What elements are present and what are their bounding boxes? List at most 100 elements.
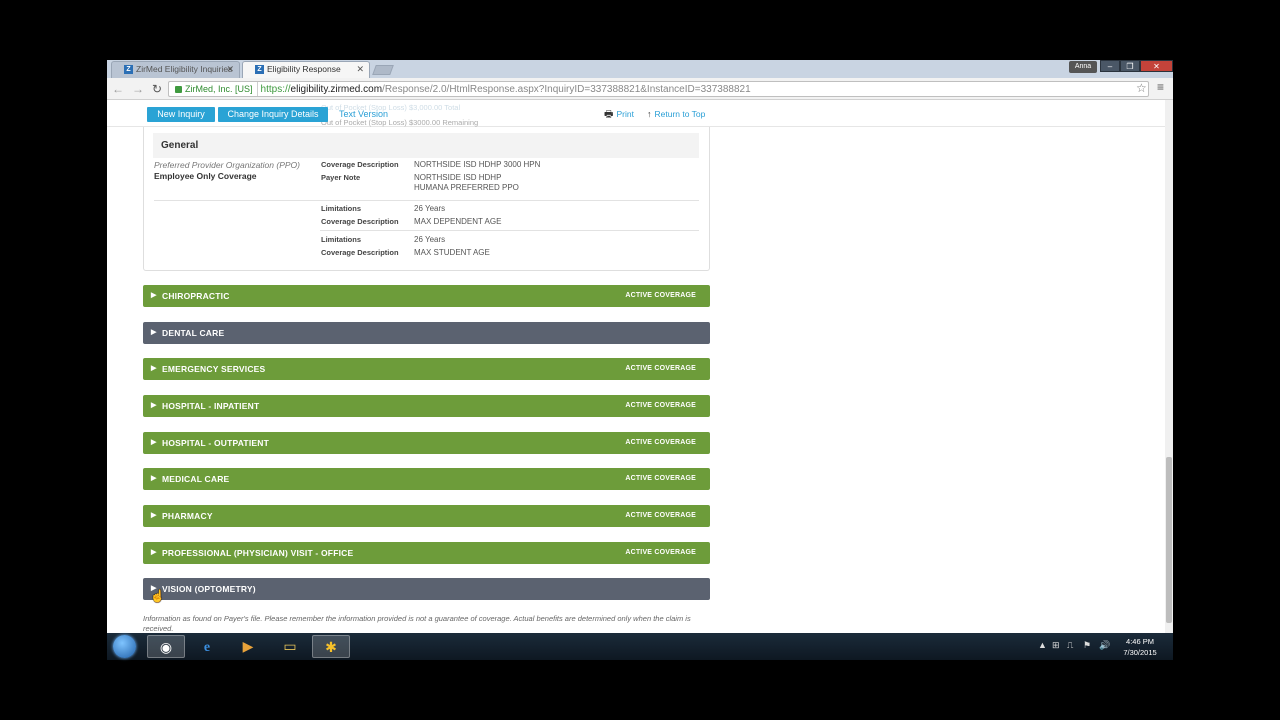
- field-label: Coverage Description: [321, 248, 399, 257]
- coverage-bar-hospital-outpatient[interactable]: ▶ HOSPITAL - OUTPATIENT ACTIVE COVERAGE: [143, 432, 710, 454]
- windows-taskbar: ◉ e ▶ ▭ ✱ ▲ ⊞ ⎍ ⚑ 🔊 4:46 PM 7/30/2015: [107, 633, 1173, 660]
- field-value: 26 Years: [414, 235, 446, 244]
- coverage-bar-professional-visit-office[interactable]: ▶ PROFESSIONAL (PHYSICIAN) VISIT - OFFIC…: [143, 542, 710, 564]
- disclaimer-text: Information as found on Payer's file. Pl…: [143, 614, 691, 633]
- back-arrow-icon[interactable]: ←: [111, 81, 125, 97]
- coverage-bar-hospital-inpatient[interactable]: ▶ HOSPITAL - INPATIENT ACTIVE COVERAGE: [143, 395, 710, 417]
- coverage-level: Employee Only Coverage: [154, 171, 257, 181]
- field-label: Limitations: [321, 235, 362, 244]
- ev-certificate-badge[interactable]: ZirMed, Inc. [US]: [173, 82, 258, 96]
- coverage-status: ACTIVE COVERAGE: [625, 402, 696, 409]
- close-window-button[interactable]: ✕: [1140, 60, 1173, 72]
- show-hidden-icons[interactable]: ▲: [1038, 640, 1047, 650]
- url-scheme: https://: [260, 84, 291, 95]
- sticky-action-bar: Out of Pocket (Stop Loss) $3,000.00 Tota…: [107, 100, 1165, 127]
- field-value: 26 Years: [414, 204, 446, 213]
- minimize-button[interactable]: –: [1100, 60, 1120, 72]
- coverage-status: ACTIVE COVERAGE: [625, 475, 696, 482]
- divider: [320, 230, 699, 231]
- zirmed-favicon-icon: Z: [255, 65, 264, 75]
- coverage-status: ACTIVE COVERAGE: [625, 512, 696, 519]
- lock-icon: [175, 86, 182, 94]
- maximize-button[interactable]: ❐: [1120, 60, 1140, 72]
- hand-cursor-icon: ☝: [150, 589, 165, 603]
- windows-start-button[interactable]: [113, 635, 136, 658]
- expand-arrow-icon: ▶: [151, 475, 157, 482]
- field-label: Coverage Description: [321, 217, 399, 226]
- coverage-name: VISION (OPTOMETRY): [162, 584, 256, 594]
- coverage-status: ACTIVE COVERAGE: [625, 292, 696, 299]
- coverage-name: PHARMACY: [162, 511, 213, 521]
- tab-title: Eligibility Response: [267, 64, 341, 74]
- zirmed-favicon-icon: Z: [124, 65, 133, 75]
- clock-time: 4:46 PM: [1126, 637, 1154, 646]
- field-value: MAX STUDENT AGE: [414, 248, 490, 257]
- bookmark-star-icon[interactable]: ☆: [1136, 81, 1147, 95]
- coverage-name: EMERGENCY SERVICES: [162, 364, 266, 374]
- return-to-top-link[interactable]: ↑ Return to Top: [647, 107, 705, 122]
- coverage-bar-pharmacy[interactable]: ▶ PHARMACY ACTIVE COVERAGE: [143, 505, 710, 527]
- close-icon[interactable]: ✕: [356, 62, 364, 77]
- expand-arrow-icon: ▶: [151, 439, 157, 446]
- tab-zirmed-eligibility-inquiries[interactable]: Z ZirMed Eligibility Inquiries ✕: [111, 61, 240, 78]
- expand-arrow-icon: ▶: [151, 512, 157, 519]
- field-label: Limitations: [321, 204, 362, 213]
- vertical-scrollbar[interactable]: [1165, 100, 1173, 660]
- close-icon[interactable]: ✕: [226, 62, 234, 77]
- browser-window: Z ZirMed Eligibility Inquiries ✕ Z Eligibi…: [107, 60, 1173, 660]
- expand-arrow-icon: ▶: [151, 292, 157, 299]
- tab-title: ZirMed Eligibility Inquiries: [136, 64, 233, 74]
- field-value: NORTHSIDE ISD HDHP 3000 HPN: [414, 160, 541, 169]
- coverage-status: ACTIVE COVERAGE: [625, 439, 696, 446]
- media-player-icon[interactable]: ▶: [229, 635, 267, 658]
- tab-eligibility-response[interactable]: Z Eligibility Response ✕: [242, 61, 370, 78]
- expand-arrow-icon: ▶: [151, 402, 157, 409]
- title-bar: Z ZirMed Eligibility Inquiries ✕ Z Eligibi…: [107, 60, 1173, 78]
- coverage-bar-emergency-services[interactable]: ▶ EMERGENCY SERVICES ACTIVE COVERAGE: [143, 358, 710, 380]
- coverage-status: ACTIVE COVERAGE: [625, 549, 696, 556]
- coverage-bar-dental-care[interactable]: ▶ DENTAL CARE: [143, 322, 710, 344]
- clock-date: 7/30/2015: [1123, 648, 1157, 657]
- new-inquiry-button[interactable]: New Inquiry: [147, 107, 215, 122]
- field-value: MAX DEPENDENT AGE: [414, 217, 502, 226]
- text-version-link[interactable]: Text Version: [339, 107, 388, 122]
- file-explorer-icon[interactable]: ▭: [271, 635, 309, 658]
- scrollbar-thumb[interactable]: [1166, 457, 1172, 623]
- general-coverage-card: General Preferred Provider Organization …: [143, 127, 710, 271]
- volume-icon[interactable]: 🔊: [1099, 640, 1110, 651]
- hamburger-menu-icon[interactable]: ≡: [1157, 80, 1164, 94]
- page-content: Out of Pocket (Stop Loss) $3,000.00 Tota…: [107, 100, 1165, 660]
- browser-toolbar: ← → ↻ ZirMed, Inc. [US] https://eligibili…: [107, 78, 1173, 100]
- coverage-bar-medical-care[interactable]: ▶ MEDICAL CARE ACTIVE COVERAGE: [143, 468, 710, 490]
- field-label: Payer Note: [321, 173, 361, 182]
- windows-flag-icon[interactable]: ⊞: [1052, 640, 1060, 651]
- field-label: Coverage Description: [321, 160, 399, 169]
- url-path: /Response/2.0/HtmlResponse.aspx?InquiryI…: [382, 84, 751, 95]
- divider: [154, 200, 699, 201]
- field-value: HUMANA PREFERRED PPO: [414, 183, 519, 192]
- url-host: eligibility.zirmed.com: [290, 84, 383, 95]
- system-clock[interactable]: 4:46 PM 7/30/2015: [1117, 636, 1163, 658]
- new-tab-button[interactable]: [372, 65, 394, 75]
- field-value: NORTHSIDE ISD HDHP: [414, 173, 502, 182]
- zirmed-icon[interactable]: ✱: [312, 635, 350, 658]
- user-profile-badge[interactable]: Anna: [1069, 61, 1097, 73]
- plan-type: Preferred Provider Organization (PPO): [154, 160, 300, 170]
- chrome-icon[interactable]: ◉: [147, 635, 185, 658]
- forward-arrow-icon[interactable]: →: [131, 81, 145, 97]
- reload-icon[interactable]: ↻: [150, 81, 164, 97]
- general-heading: General: [153, 133, 699, 158]
- expand-arrow-icon: ▶: [151, 365, 157, 372]
- expand-arrow-icon: ▶: [151, 329, 157, 336]
- internet-explorer-icon[interactable]: e: [188, 635, 226, 658]
- printer-icon: 🖶: [604, 109, 614, 120]
- coverage-name: DENTAL CARE: [162, 328, 225, 338]
- up-arrow-icon: ↑: [647, 109, 652, 119]
- print-link[interactable]: 🖶 Print: [604, 107, 634, 122]
- network-icon[interactable]: ⎍: [1067, 640, 1073, 651]
- action-center-flag-icon[interactable]: ⚑: [1083, 640, 1091, 651]
- address-bar[interactable]: ZirMed, Inc. [US] https://eligibility.zir…: [168, 81, 1149, 97]
- coverage-bar-vision-optometry[interactable]: ▶ VISION (OPTOMETRY): [143, 578, 710, 600]
- coverage-bar-chiropractic[interactable]: ▶ CHIROPRACTIC ACTIVE COVERAGE: [143, 285, 710, 307]
- change-inquiry-details-button[interactable]: Change Inquiry Details: [218, 107, 328, 122]
